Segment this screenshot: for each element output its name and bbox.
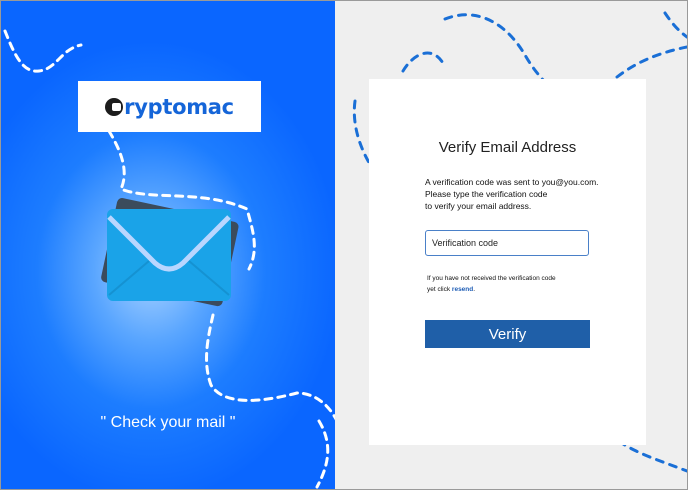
verification-message: A verification code was sent to you@you.… — [425, 176, 625, 212]
help-prefix: yet click — [427, 286, 452, 293]
message-line: to verify your email address. — [425, 201, 532, 211]
verify-card: Verify Email Address A verification code… — [369, 79, 646, 445]
brand-wordmark: ryptomac — [105, 95, 234, 119]
verification-code-input[interactable] — [425, 230, 589, 256]
envelope-icon — [101, 198, 239, 307]
page-frame: ryptomac " Check your mail " Verify Emai… — [0, 0, 688, 490]
page-title: Verify Email Address — [438, 139, 577, 156]
left-panel: ryptomac " Check your mail " — [1, 1, 335, 489]
brand-name: ryptomac — [124, 94, 234, 119]
resend-help: If you have not received the verificatio… — [427, 273, 556, 295]
help-line-with-link: yet click resend. — [427, 284, 556, 295]
logo-c-icon — [105, 97, 124, 116]
brand-logo: ryptomac — [78, 81, 261, 132]
help-suffix: . — [473, 286, 476, 293]
help-line: If you have not received the verificatio… — [427, 275, 556, 282]
resend-link[interactable]: resend — [452, 286, 473, 293]
message-line: A verification code was sent to you@you.… — [425, 177, 599, 187]
message-line: Please type the verification code — [425, 189, 548, 199]
verify-button[interactable]: Verify — [425, 320, 590, 348]
tagline: " Check your mail " — [100, 414, 236, 431]
